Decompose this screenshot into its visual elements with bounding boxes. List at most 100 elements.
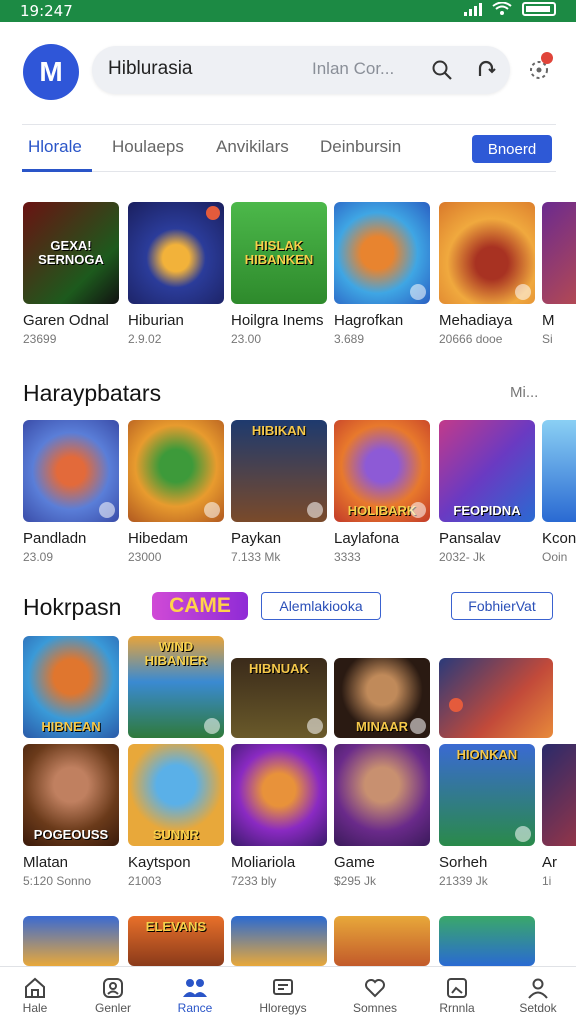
chat-icon — [248, 975, 318, 1001]
game-thumbnail — [334, 202, 430, 304]
game-meta: 21003 — [128, 874, 162, 888]
game-meta: Ooin — [542, 550, 568, 564]
game-card[interactable] — [439, 916, 535, 966]
game-name: Hagrofkan — [334, 312, 404, 329]
game-card[interactable]: Hibedam 23000 — [128, 420, 224, 564]
gamepad-icon — [78, 975, 148, 1001]
search-icon[interactable] — [428, 56, 456, 84]
game-meta: 3333 — [334, 550, 361, 564]
section-title: Haraypbatars — [23, 380, 162, 406]
game-card[interactable]: Ar 1i — [542, 744, 576, 888]
nav-item-rrnnla[interactable]: Rrnnla — [422, 975, 492, 1015]
game-card[interactable]: FEOPIDNA Pansalav 2032- Jk — [439, 420, 535, 564]
game-meta: 2032- Jk — [439, 550, 486, 564]
badge-icon — [206, 206, 220, 220]
game-thumbnail — [439, 916, 535, 966]
game-name: Hiburian — [128, 312, 184, 329]
nav-label: Hloregys — [259, 1001, 307, 1015]
nav-item-hale[interactable]: Hale — [0, 975, 70, 1015]
badge-icon — [204, 718, 220, 734]
nav-item-rance[interactable]: Rance — [160, 975, 230, 1015]
game-card[interactable]: Hagrofkan 3.689 — [334, 202, 430, 346]
game-thumbnail: HIBNUAK — [231, 658, 327, 738]
more-link[interactable]: Mi... — [510, 384, 538, 401]
game-card[interactable]: Hiburian 2.9.02 — [128, 202, 224, 346]
game-card[interactable]: HIONKAN Sorheh 21339 Jk — [439, 744, 535, 888]
thumbnail-title: GEXA! SERNOGA — [38, 237, 104, 267]
bnoerd-button[interactable]: Bnoerd — [472, 135, 552, 163]
tab-houlaeps[interactable]: Houlaeps — [112, 137, 184, 157]
game-card[interactable]: HIBNEAN — [23, 636, 119, 738]
game-badge: CAME — [152, 592, 248, 620]
badge-icon — [307, 502, 323, 518]
game-name: Moliariola — [231, 854, 296, 871]
battery-icon — [522, 2, 556, 16]
nav-item-setdok[interactable]: Setdok — [503, 975, 573, 1015]
game-card[interactable]: M Si — [542, 202, 576, 346]
thumbnail-title: SUNNR — [152, 826, 200, 842]
nav-item-hloregys[interactable]: Hloregys — [248, 975, 318, 1015]
game-card[interactable]: HOLIBARK Laylafona 3333 — [334, 420, 430, 564]
game-name: Paykan — [231, 530, 282, 547]
game-card[interactable]: HIBNUAK — [231, 658, 327, 738]
game-thumbnail: WIND HIBANIER — [128, 636, 224, 738]
search-placeholder: Inlan Cor... — [312, 59, 395, 78]
game-name: Pansalav — [439, 530, 501, 547]
game-card[interactable]: Pandladn 23.09 — [23, 420, 119, 564]
game-card[interactable]: Mehadiaya 20666 dooe — [439, 202, 535, 346]
person-icon — [503, 975, 573, 1001]
refresh-icon[interactable] — [472, 56, 500, 84]
thumbnail-title: ELEVANS — [145, 919, 207, 934]
nav-item-genler[interactable]: Genler — [78, 975, 148, 1015]
game-thumbnail: HOLIBARK — [334, 420, 430, 522]
status-icons — [464, 2, 556, 16]
game-card[interactable]: WIND HIBANIER — [128, 636, 224, 738]
game-name: Garen Odnal — [23, 312, 109, 329]
wifi-icon — [492, 2, 512, 15]
game-card[interactable]: HISLAK HIBANKEN Hoilgra Inems 23.00 — [231, 202, 327, 346]
filter-pill[interactable]: Alemlakiooka — [261, 592, 381, 620]
game-thumbnail — [439, 658, 553, 738]
game-thumbnail — [128, 202, 224, 304]
tab-deinbursin[interactable]: Deinbursin — [320, 137, 401, 157]
filter-pill[interactable]: FobhierVat — [451, 592, 553, 620]
game-thumbnail: HIBIKAN — [231, 420, 327, 522]
game-thumbnail: FEOPIDNA — [439, 420, 535, 522]
game-thumbnail — [439, 202, 535, 304]
game-meta: 3.689 — [334, 332, 365, 346]
search-bar[interactable]: Hiblurasia Inlan Cor... — [92, 46, 510, 94]
game-card[interactable]: Kcon Ooin — [542, 420, 576, 564]
game-card[interactable]: ELEVANS — [128, 916, 224, 966]
badge-icon — [449, 698, 463, 712]
game-card[interactable] — [23, 916, 119, 966]
game-meta: 7.133 Mk — [231, 550, 281, 564]
game-thumbnail: MINAAR — [334, 658, 430, 738]
signal-icon — [464, 2, 482, 16]
tab-anvikilars[interactable]: Anvikilars — [216, 137, 289, 157]
game-thumbnail — [23, 916, 119, 966]
game-name: Mehadiaya — [439, 312, 513, 329]
badge-icon — [204, 502, 220, 518]
app-logo[interactable]: M — [23, 44, 79, 100]
thumbnail-title: HOLIBARK — [347, 502, 417, 518]
tab-hlorale[interactable]: Hlorale — [28, 137, 82, 157]
game-card[interactable] — [231, 916, 327, 966]
game-card[interactable]: MINAAR — [334, 658, 430, 738]
game-card[interactable]: SUNNR Kaytspon 21003 — [128, 744, 224, 888]
game-card[interactable]: Moliariola 7233 bly — [231, 744, 327, 888]
game-card[interactable] — [439, 658, 553, 738]
game-card[interactable] — [334, 916, 430, 966]
game-thumbnail — [231, 916, 327, 966]
game-card[interactable]: Game $295 Jk — [334, 744, 430, 888]
game-card[interactable]: GEXA! SERNOGA Garen Odnal 23699 — [23, 202, 119, 346]
game-meta: 23.00 — [231, 332, 262, 346]
game-meta: 23699 — [23, 332, 57, 346]
nav-item-somnes[interactable]: Somnes — [340, 975, 410, 1015]
thumbnail-title: HIBNUAK — [249, 661, 309, 676]
nav-label: Rance — [177, 1001, 213, 1015]
game-card[interactable]: HIBIKAN Paykan 7.133 Mk — [231, 420, 327, 564]
notification-icon[interactable] — [526, 50, 556, 84]
badge-icon — [515, 284, 531, 300]
thumbnail-title: HIONKAN — [456, 747, 518, 762]
game-card[interactable]: POGEOUSS Mlatan 5:120 Sonno — [23, 744, 119, 888]
